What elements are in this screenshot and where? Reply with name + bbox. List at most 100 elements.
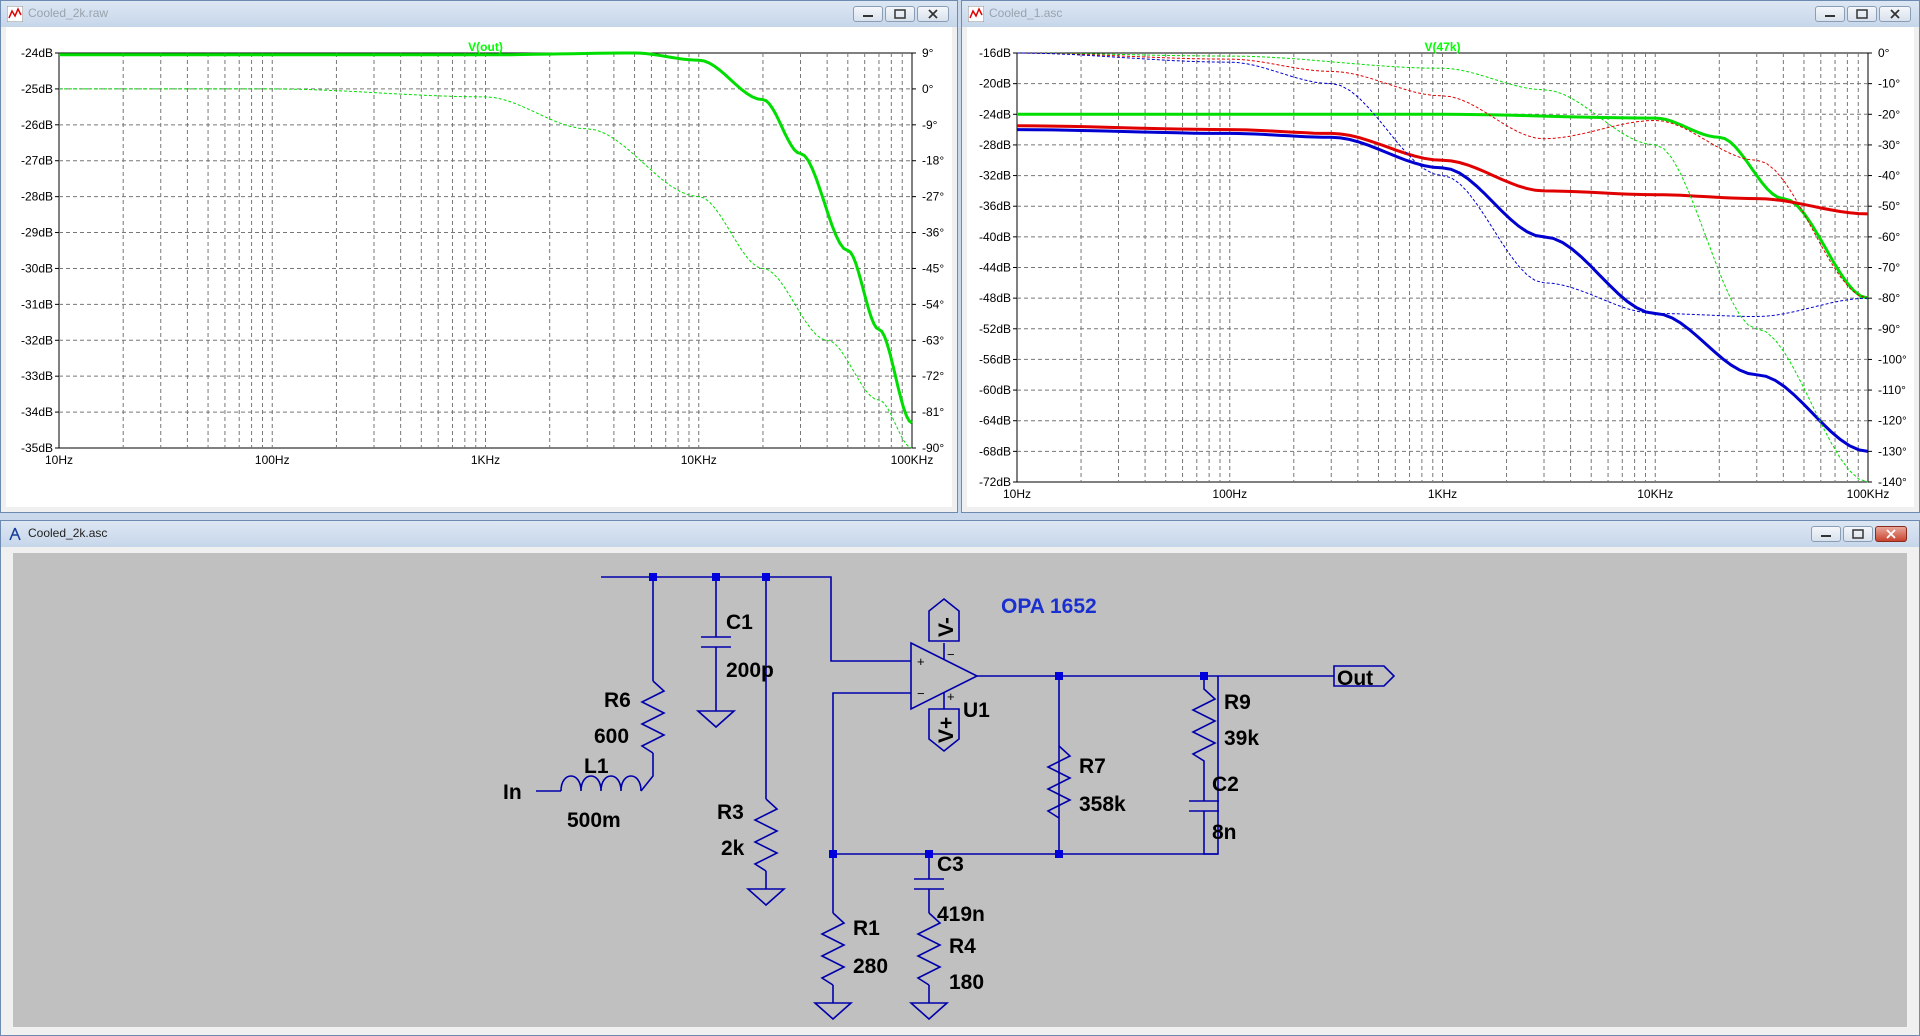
in-label: In (503, 781, 522, 804)
junction-dot (1200, 672, 1208, 680)
y2-tick-label: -100° (1878, 352, 1907, 366)
x-tick-label: 10KHz (1637, 487, 1673, 501)
x-tick-label: 10Hz (1003, 487, 1031, 501)
window-title: Cooled_2k.raw (28, 6, 109, 20)
plot-window-2[interactable]: Cooled_1.asc -16dB -20dB -24dB -28dB -32dB -3… (961, 0, 1920, 513)
plot-area[interactable]: -24dB -25dB -26dB -27dB -28dB -29dB -30dB -31dB… (6, 27, 952, 507)
ground-symbol (908, 1002, 950, 1021)
plus-sign: + (947, 689, 955, 704)
y2-tick-label: -70° (1878, 261, 1900, 275)
minimize-icon (1825, 15, 1835, 17)
y2-tick-label: -81° (922, 405, 944, 419)
c3-value: 419n (937, 903, 985, 926)
wire (901, 660, 911, 694)
close-button[interactable] (917, 6, 949, 22)
minimize-icon (863, 15, 873, 17)
wire (640, 753, 654, 792)
y-tick-label: -52dB (979, 322, 1011, 336)
waveform-icon (7, 6, 23, 22)
x-tick-label: 10Hz (45, 453, 73, 467)
c3-ref: C3 (937, 853, 964, 876)
r4-value: 180 (949, 971, 984, 994)
resistor-r1 (820, 912, 846, 986)
r6-ref: R6 (604, 689, 631, 712)
ground-symbol (745, 888, 787, 907)
junction-dot (1055, 850, 1063, 858)
junction-dot (1055, 672, 1063, 680)
minus-sign: − (917, 686, 925, 701)
waveform-icon (968, 6, 984, 22)
y2-tick-label: -27° (922, 190, 944, 204)
y-tick-label: -24dB (21, 46, 53, 60)
y-tick-label: -44dB (979, 261, 1011, 275)
y-tick-label: -28dB (979, 138, 1011, 152)
plot-area[interactable]: -16dB -20dB -24dB -28dB -32dB -36dB -40dB -44dB… (967, 27, 1914, 507)
c2-ref: C2 (1212, 773, 1239, 796)
junction-dot (762, 573, 770, 581)
close-icon (928, 9, 938, 19)
minimize-button[interactable] (853, 6, 883, 22)
schematic-drawing[interactable]: OPA 1652 C1 200p R6 600 L1 500m In R3 2k… (13, 553, 1909, 1029)
y2-tick-label: -80° (1878, 291, 1900, 305)
schematic-canvas[interactable]: OPA 1652 C1 200p R6 600 L1 500m In R3 2k… (13, 553, 1907, 1027)
bode-plot-2[interactable]: -16dB -20dB -24dB -28dB -32dB -36dB -40dB -44dB… (967, 27, 1916, 509)
y-tick-label: -33dB (21, 369, 53, 383)
y-tick-label: -32dB (979, 169, 1011, 183)
junction-dot (925, 850, 933, 858)
y-tick-label: -60dB (979, 383, 1011, 397)
junction-dot (829, 850, 837, 858)
minimize-button[interactable] (1815, 6, 1845, 22)
trace-label: V(out) (468, 40, 503, 54)
title-bar[interactable]: Cooled_1.asc (962, 1, 1919, 27)
y2-tick-label: 0° (1878, 46, 1890, 60)
y2-tick-label: -50° (1878, 199, 1900, 213)
maximize-icon (894, 9, 906, 19)
y2-tick-label: -63° (922, 333, 944, 347)
title-bar[interactable]: Cooled_2k.raw (1, 1, 957, 27)
capacitor-c1 (701, 636, 731, 648)
minimize-button[interactable] (1811, 526, 1841, 542)
y-tick-label: -64dB (979, 414, 1011, 428)
bode-plot-1[interactable]: -24dB -25dB -26dB -27dB -28dB -29dB -30dB -31dB… (6, 27, 954, 509)
y2-tick-label: -60° (1878, 230, 1900, 244)
maximize-button[interactable] (885, 6, 915, 22)
y-tick-label: -36dB (979, 199, 1011, 213)
wire (832, 676, 1219, 855)
maximize-icon (1856, 9, 1868, 19)
schematic-window[interactable]: Cooled_2k.asc OPA 1652 C1 200p R6 600 L1… (0, 520, 1920, 1036)
r7-value: 358k (1079, 793, 1126, 816)
r1-value: 280 (853, 955, 888, 978)
y2-tick-label: -18° (922, 154, 944, 168)
minus-sign: − (947, 647, 955, 662)
out-label: Out (1337, 667, 1373, 690)
trace-label: V(47k) (1424, 40, 1460, 54)
inductor-l1 (560, 775, 642, 792)
ground-symbol (812, 1002, 854, 1021)
y-tick-label: -27dB (21, 154, 53, 168)
l1-ref: L1 (584, 755, 609, 778)
title-bar[interactable]: Cooled_2k.asc (1, 521, 1919, 547)
y2-tick-label: -130° (1878, 444, 1907, 458)
maximize-button[interactable] (1843, 526, 1873, 542)
junction-dot (649, 573, 657, 581)
y2-tick-label: -54° (922, 297, 944, 311)
vplus-label: V+ (935, 717, 958, 743)
y2-tick-label: 0° (922, 82, 934, 96)
maximize-button[interactable] (1847, 6, 1877, 22)
y-tick-label: -30dB (21, 261, 53, 275)
x-tick-label: 100Hz (1212, 487, 1247, 501)
minimize-icon (1821, 535, 1831, 537)
close-button[interactable] (1875, 526, 1907, 542)
r3-ref: R3 (717, 801, 744, 824)
resistor-r6 (640, 680, 666, 754)
x-tick-label: 1KHz (471, 453, 500, 467)
junction-dot (712, 573, 720, 581)
x-tick-label: 1KHz (1428, 487, 1457, 501)
plot-window-1[interactable]: Cooled_2k.raw -24dB -25dB -26dB -27dB -28dB -… (0, 0, 958, 513)
capacitor-c2 (1189, 800, 1219, 812)
maximize-icon (1852, 529, 1864, 539)
close-button[interactable] (1879, 6, 1911, 22)
y-tick-label: -48dB (979, 291, 1011, 305)
r7-ref: R7 (1079, 755, 1106, 778)
resistor-r3 (753, 798, 779, 872)
